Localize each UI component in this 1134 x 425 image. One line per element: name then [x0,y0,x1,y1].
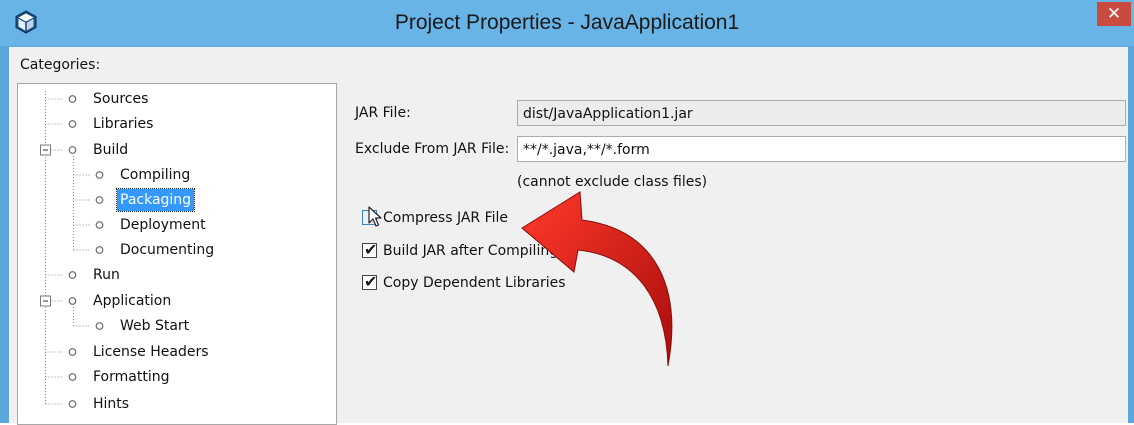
close-button[interactable]: ✕ [1097,2,1131,26]
tree-item-hints[interactable]: Hints [93,393,129,415]
tree-item-license-headers[interactable]: License Headers [93,341,209,363]
tree-item-formatting[interactable]: Formatting [93,366,169,388]
check-icon: ✔ [364,240,378,259]
check-icon: ✔ [364,272,378,291]
categories-tree[interactable]: Sources Libraries Build Compiling Packag… [17,83,337,425]
curved-arrow-icon [521,191,673,367]
exclude-from-jar-label: Exclude From JAR File: [355,141,510,157]
tree-item-sources[interactable]: Sources [93,88,148,110]
tree-item-documenting[interactable]: Documenting [120,239,214,261]
build-jar-checkbox[interactable]: ✔ [362,240,378,259]
tree-item-packaging[interactable]: Packaging [115,188,196,212]
compress-jar-label: Compress JAR File [383,210,509,226]
categories-label: Categories: [20,57,101,73]
copy-libraries-checkbox[interactable]: ✔ [362,272,378,291]
title-bar[interactable]: Project Properties - JavaApplication1 ✕ [0,0,1134,46]
tree-item-compiling[interactable]: Compiling [120,164,190,186]
window-title: Project Properties - JavaApplication1 [394,11,740,34]
tree-item-run[interactable]: Run [93,264,120,286]
project-properties-window: Project Properties - JavaApplication1 ✕ … [0,0,1134,425]
close-icon: ✕ [1106,4,1122,24]
tree-item-application[interactable]: Application [93,290,171,312]
exclude-from-jar-input[interactable]: **/*.java,**/*.form [517,136,1126,162]
tree-item-build[interactable]: Build [93,139,128,161]
tree-item-libraries[interactable]: Libraries [93,113,153,135]
jar-file-field[interactable]: dist/JavaApplication1.jar [517,100,1126,126]
tree-item-deployment[interactable]: Deployment [120,214,206,236]
jar-file-label: JAR File: [355,105,411,121]
tree-item-web-start[interactable]: Web Start [120,315,189,337]
mouse-pointer-icon [368,206,382,227]
